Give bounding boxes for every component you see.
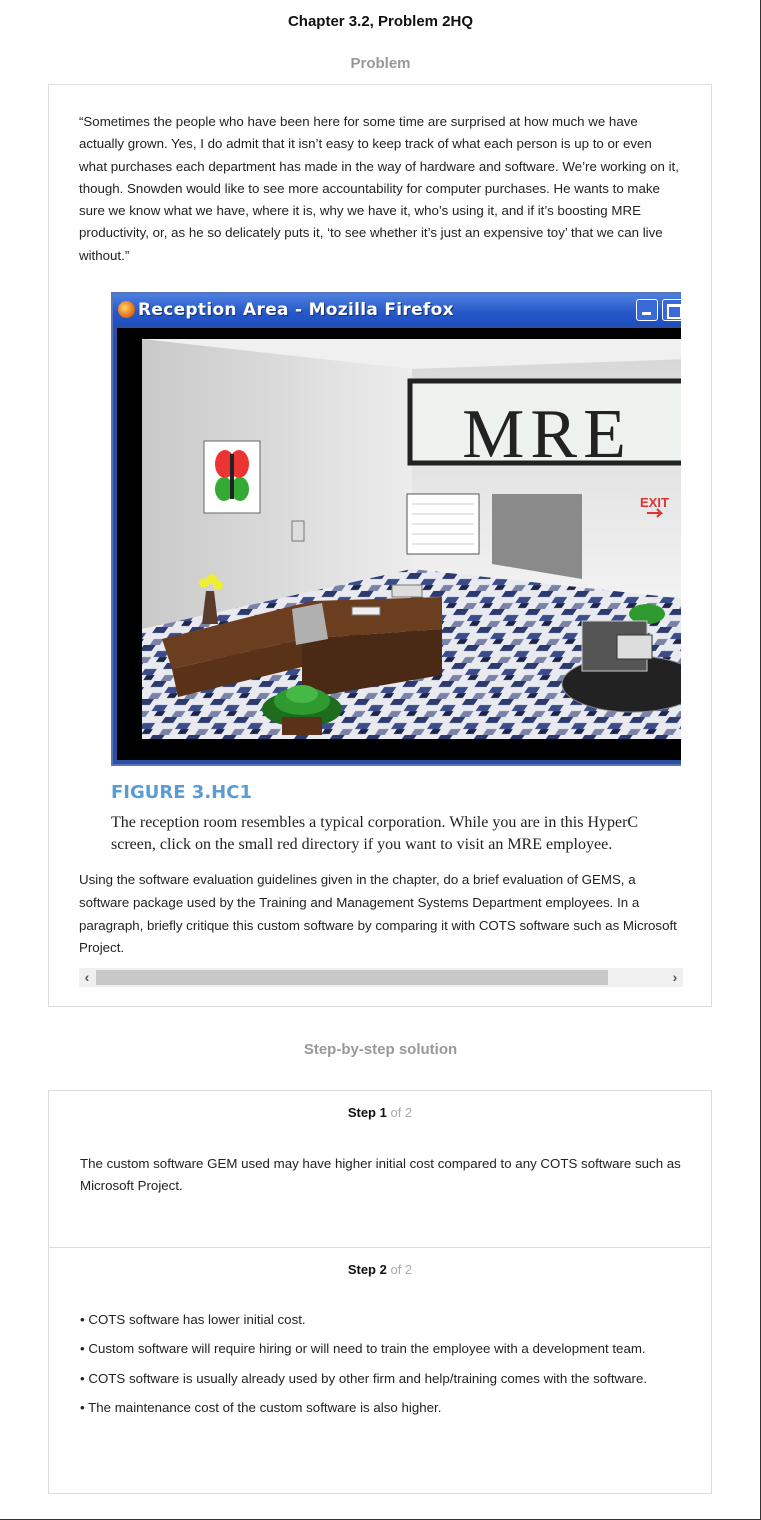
horizontal-scrollbar[interactable]: ‹ ›: [79, 968, 683, 987]
step-header: Step 2 of 2: [49, 1262, 711, 1277]
browser-window-screenshot: Reception Area - Mozilla Firefox MRE EXI…: [111, 292, 681, 766]
browser-window-title: Reception Area - Mozilla Firefox: [138, 300, 454, 320]
step-bullet-list: • COTS software has lower initial cost. …: [80, 1309, 690, 1426]
list-item: • The maintenance cost of the custom sof…: [80, 1399, 442, 1415]
step-header: Step 1 of 2: [49, 1105, 711, 1120]
problem-heading: Problem: [350, 55, 411, 72]
scroll-right-icon[interactable]: ›: [667, 968, 683, 987]
scroll-left-icon[interactable]: ‹: [79, 968, 95, 987]
mre-sign: MRE: [407, 378, 681, 473]
list-item: • COTS software is usually already used …: [80, 1370, 648, 1386]
reception-room-image: MRE EXIT: [142, 339, 681, 751]
problem-quote: “Sometimes the people who have been here…: [79, 114, 679, 263]
svg-text:MRE: MRE: [462, 396, 632, 473]
list-item: • Custom software will require hiring or…: [80, 1341, 646, 1357]
step-panel-1: Step 1 of 2 The custom software GEM used…: [48, 1090, 712, 1248]
figure: Reception Area - Mozilla Firefox MRE EXI…: [111, 292, 681, 857]
figure-caption-line-1: The reception room resembles a typical c…: [111, 814, 639, 831]
figure-caption-line-2: screen, click on the small red directory…: [111, 836, 613, 853]
step-text: The custom software GEM used may have hi…: [80, 1156, 681, 1194]
step-count: of 2: [390, 1105, 413, 1120]
scrollbar-thumb[interactable]: [96, 970, 608, 985]
browser-titlebar: Reception Area - Mozilla Firefox: [113, 294, 681, 326]
step-panel-2: Step 2 of 2 • COTS software has lower in…: [48, 1247, 712, 1494]
step-count: of 2: [390, 1262, 413, 1277]
svg-text:EXIT: EXIT: [640, 495, 669, 510]
problem-panel: “Sometimes the people who have been here…: [48, 84, 712, 1007]
figure-caption: The reception room resembles a typical c…: [111, 812, 681, 856]
list-item: • COTS software has lower initial cost.: [80, 1312, 306, 1327]
firefox-icon: [118, 301, 135, 318]
maximize-icon: [662, 299, 681, 321]
figure-label: FIGURE 3.HC1: [111, 782, 252, 803]
minimize-icon: [636, 299, 658, 321]
browser-content: MRE EXIT: [117, 328, 681, 760]
solution-heading: Step-by-step solution: [303, 1041, 458, 1058]
step-label: Step 2: [347, 1262, 387, 1277]
step-label: Step 1: [347, 1105, 387, 1120]
page-title: Chapter 3.2, Problem 2HQ: [287, 13, 474, 30]
problem-question: Using the software evaluation guidelines…: [79, 872, 677, 956]
